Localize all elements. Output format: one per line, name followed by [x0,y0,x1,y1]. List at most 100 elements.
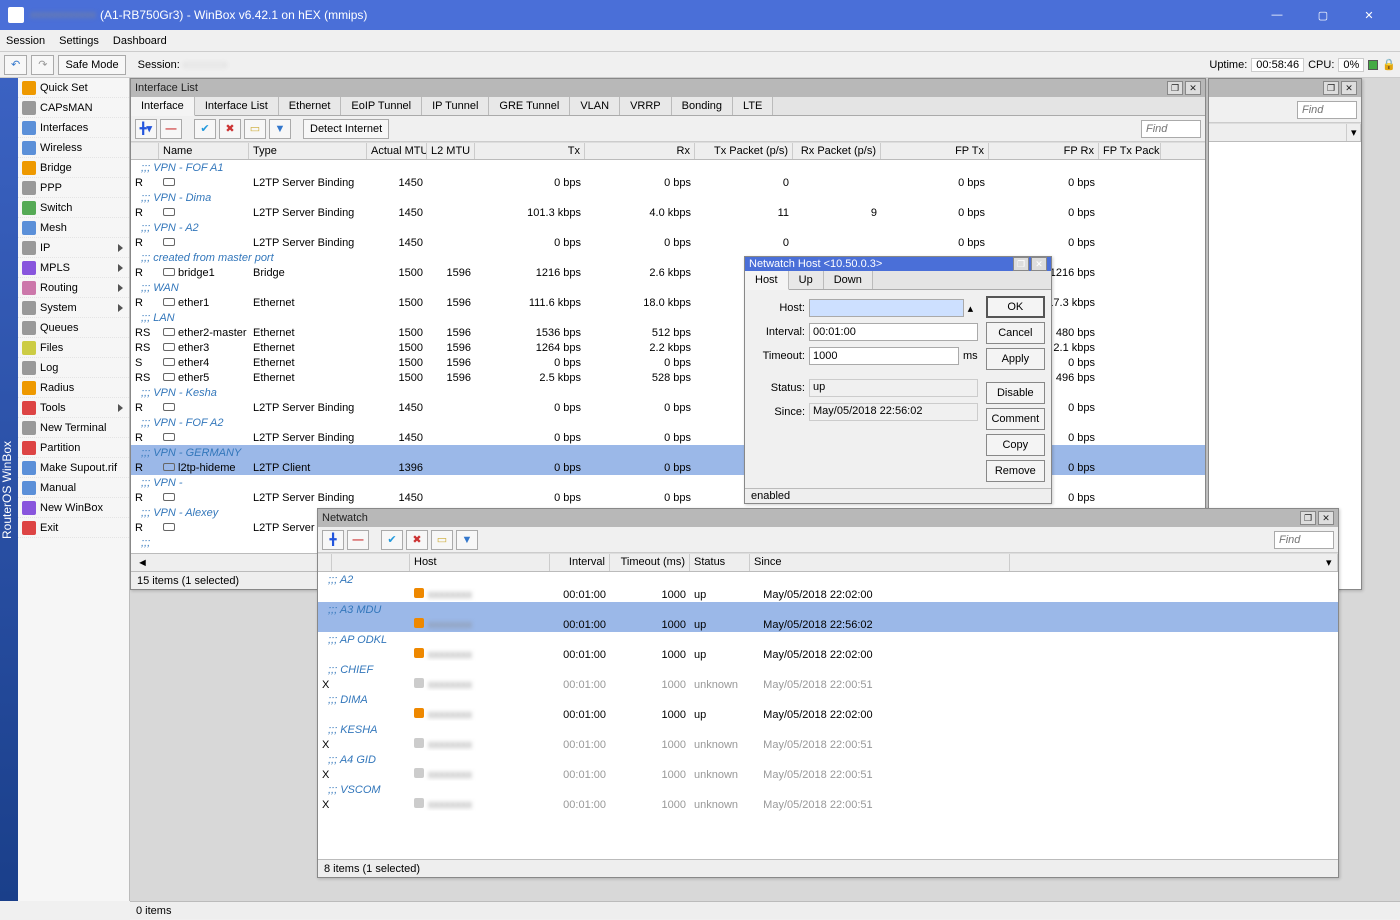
sidebar-item-new-winbox[interactable]: New WinBox [18,498,129,518]
group-row[interactable]: ;;; KESHA [318,722,1338,737]
table-row[interactable]: Xxxxxxxxx00:01:001000 unknown May/05/201… [318,767,1338,782]
minimize-button[interactable]: — [1254,0,1300,30]
timeout-input[interactable] [809,347,959,365]
tab-up[interactable]: Up [789,271,824,289]
sidebar-item-mpls[interactable]: MPLS [18,258,129,278]
column-header[interactable]: Type [249,143,367,159]
find-input[interactable] [1297,101,1357,119]
table-row[interactable]: xxxxxxxx00:01:001000 up May/05/2018 22:0… [318,707,1338,722]
enable-button[interactable]: ✔ [194,119,216,139]
filter-button[interactable]: ▼ [269,119,291,139]
table-row[interactable]: Xxxxxxxxx00:01:001000 unknown May/05/201… [318,737,1338,752]
column-header[interactable]: Interval [550,554,610,571]
column-header[interactable]: Rx [585,143,695,159]
sidebar-item-quick-set[interactable]: Quick Set [18,78,129,98]
netwatch-host-titlebar[interactable]: Netwatch Host <10.50.0.3> ❐ ✕ [745,257,1051,271]
group-row[interactable]: ;;; VPN - Dima [131,190,1205,205]
table-row[interactable]: xxxxxxxx00:01:001000 up May/05/2018 22:0… [318,647,1338,662]
redo-button[interactable]: ↷ [31,55,54,75]
sidebar-item-log[interactable]: Log [18,358,129,378]
column-header[interactable] [318,554,332,571]
window-close-icon[interactable]: ✕ [1031,257,1047,271]
sidebar-item-new-terminal[interactable]: New Terminal [18,418,129,438]
disable-button[interactable]: Disable [986,382,1045,404]
window-close-icon[interactable]: ✕ [1341,81,1357,95]
sidebar-item-switch[interactable]: Switch [18,198,129,218]
table-row[interactable]: R L2TP Server Binding14500 bps0 bps00 bp… [131,235,1205,250]
remove-button[interactable]: Remove [986,460,1045,482]
filter-button[interactable]: ▼ [456,530,478,550]
sidebar-item-partition[interactable]: Partition [18,438,129,458]
column-header[interactable]: FP Tx Pack... [1099,143,1161,159]
column-header[interactable]: Timeout (ms) [610,554,690,571]
sidebar-item-routing[interactable]: Routing [18,278,129,298]
column-header[interactable] [131,143,159,159]
netwatch-grid-body[interactable]: ;;; A2xxxxxxxx00:01:001000 up May/05/201… [318,572,1338,859]
tab-lte[interactable]: LTE [733,97,773,115]
group-row[interactable]: ;;; A3 MDU [318,602,1338,617]
tab-interface[interactable]: Interface [131,97,195,116]
tab-vlan[interactable]: VLAN [570,97,620,115]
group-row[interactable]: ;;; DIMA [318,692,1338,707]
remove-button[interactable]: — [160,119,182,139]
window-restore-icon[interactable]: ❐ [1300,511,1316,525]
sidebar-item-manual[interactable]: Manual [18,478,129,498]
table-row[interactable]: R L2TP Server Binding1450101.3 kbps4.0 k… [131,205,1205,220]
find-input[interactable] [1141,120,1201,138]
tab-interface-list[interactable]: Interface List [195,97,279,115]
column-header[interactable]: Tx Packet (p/s) [695,143,793,159]
group-row[interactable]: ;;; A4 GID [318,752,1338,767]
close-button[interactable]: ✕ [1346,0,1392,30]
disable-button[interactable]: ✖ [406,530,428,550]
tab-ethernet[interactable]: Ethernet [279,97,342,115]
column-header[interactable] [332,554,410,571]
column-header[interactable]: Status [690,554,750,571]
table-row[interactable]: xxxxxxxx00:01:001000 up May/05/2018 22:5… [318,617,1338,632]
sidebar-item-ip[interactable]: IP [18,238,129,258]
enable-button[interactable]: ✔ [381,530,403,550]
window-close-icon[interactable]: ✕ [1185,81,1201,95]
tab-vrrp[interactable]: VRRP [620,97,672,115]
comment-button[interactable]: ▭ [244,119,266,139]
find-input[interactable] [1274,531,1334,549]
sidebar-item-tools[interactable]: Tools [18,398,129,418]
comment-button[interactable]: Comment [986,408,1045,430]
detect-internet-button[interactable]: Detect Internet [303,119,389,139]
table-row[interactable]: xxxxxxxx00:01:001000 up May/05/2018 22:0… [318,587,1338,602]
sidebar-item-exit[interactable]: Exit [18,518,129,538]
column-header[interactable]: Tx [475,143,585,159]
window-restore-icon[interactable]: ❐ [1323,81,1339,95]
sidebar-item-queues[interactable]: Queues [18,318,129,338]
group-row[interactable]: ;;; VSCOM [318,782,1338,797]
tab-gre-tunnel[interactable]: GRE Tunnel [489,97,570,115]
column-header[interactable]: L2 MTU [427,143,475,159]
column-header[interactable]: Actual MTU [367,143,427,159]
column-header[interactable]: FP Rx [989,143,1099,159]
window-restore-icon[interactable]: ❐ [1167,81,1183,95]
column-header[interactable]: Host [410,554,550,571]
column-header[interactable]: FP Tx [881,143,989,159]
group-row[interactable]: ;;; VPN - FOF A1 [131,160,1205,175]
add-button[interactable]: ╋ [322,530,344,550]
group-row[interactable]: ;;; A2 [318,572,1338,587]
copy-button[interactable]: Copy [986,434,1045,456]
safe-mode-button[interactable]: Safe Mode [58,55,125,75]
sidebar-item-system[interactable]: System [18,298,129,318]
tab-host[interactable]: Host [745,271,789,290]
tab-eoip-tunnel[interactable]: EoIP Tunnel [341,97,422,115]
column-header[interactable]: Name [159,143,249,159]
host-input[interactable] [809,299,964,317]
group-row[interactable]: ;;; AP ODKL [318,632,1338,647]
table-row[interactable]: R L2TP Server Binding14500 bps0 bps00 bp… [131,175,1205,190]
dropdown-icon[interactable]: ▾ [1322,554,1338,571]
add-button[interactable]: ╋▾ [135,119,157,139]
sidebar-item-mesh[interactable]: Mesh [18,218,129,238]
group-row[interactable]: ;;; VPN - A2 [131,220,1205,235]
sidebar-item-files[interactable]: Files [18,338,129,358]
remove-button[interactable]: — [347,530,369,550]
undo-button[interactable]: ↶ [4,55,27,75]
table-row[interactable]: Xxxxxxxxx00:01:001000 unknown May/05/201… [318,677,1338,692]
column-header[interactable]: Since [750,554,1010,571]
apply-button[interactable]: Apply [986,348,1045,370]
tab-bonding[interactable]: Bonding [672,97,733,115]
